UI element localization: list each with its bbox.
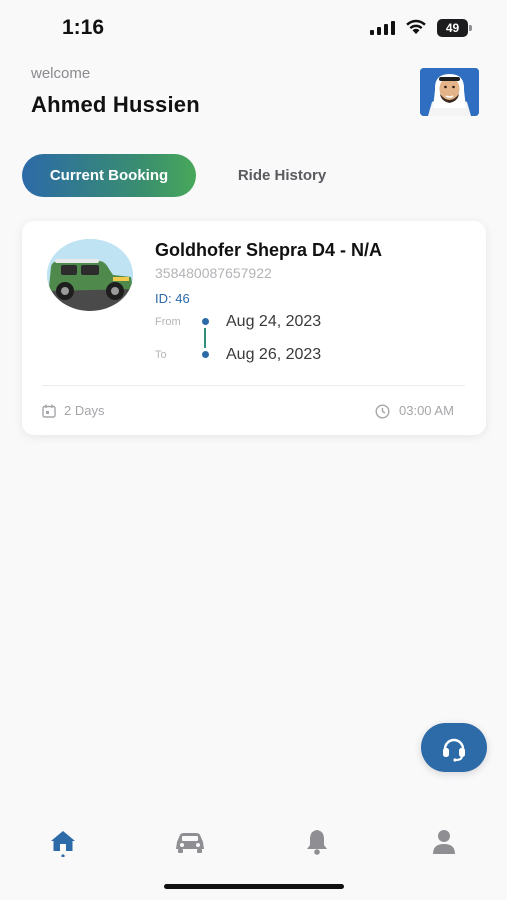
booking-id: ID: 46 bbox=[155, 291, 190, 306]
car-title: Goldhofer Shepra D4 - N/A bbox=[155, 240, 383, 260]
avatar[interactable] bbox=[420, 68, 479, 116]
battery-icon: 49 bbox=[437, 19, 472, 37]
nav-rides[interactable] bbox=[172, 824, 208, 860]
car-serial: 358480087657922 bbox=[155, 265, 272, 281]
from-label: From bbox=[155, 316, 181, 328]
avatar-image bbox=[420, 68, 479, 116]
wifi-icon bbox=[406, 19, 426, 34]
clock-icon bbox=[375, 404, 390, 419]
status-bar: 1:16 49 bbox=[0, 0, 507, 56]
duration-text: 2 Days bbox=[64, 403, 105, 418]
tab-current-booking[interactable]: Current Booking bbox=[22, 154, 196, 197]
timeline-end-dot bbox=[202, 351, 209, 358]
tab-ride-history[interactable]: Ride History bbox=[212, 154, 352, 197]
time-text: 03:00 AM bbox=[399, 403, 454, 418]
home-icon bbox=[51, 831, 75, 857]
from-date: Aug 24, 2023 bbox=[226, 313, 322, 330]
nav-profile[interactable] bbox=[426, 824, 462, 860]
car-image bbox=[47, 239, 133, 311]
home-indicator bbox=[164, 884, 344, 889]
battery-level: 49 bbox=[437, 19, 468, 37]
user-icon bbox=[433, 830, 455, 854]
timeline-start-dot bbox=[202, 318, 209, 325]
to-label: To bbox=[155, 349, 167, 361]
booking-card[interactable]: Goldhofer Shepra D4 - N/A 35848008765792… bbox=[22, 221, 486, 435]
welcome-text: welcome bbox=[31, 65, 91, 82]
user-name: Ahmed Hussien bbox=[31, 92, 200, 117]
cellular-signal-icon bbox=[370, 21, 395, 35]
card-divider bbox=[42, 385, 465, 386]
calendar-icon bbox=[42, 404, 56, 418]
nav-notifications[interactable] bbox=[299, 824, 335, 860]
nav-home[interactable] bbox=[45, 824, 81, 860]
status-time: 1:16 bbox=[62, 16, 105, 39]
bottom-nav bbox=[0, 810, 507, 870]
headset-icon bbox=[443, 738, 465, 762]
bell-icon bbox=[307, 830, 327, 855]
date-timeline bbox=[200, 318, 210, 360]
timeline-line bbox=[204, 328, 206, 348]
support-button[interactable] bbox=[421, 723, 487, 772]
to-date: Aug 26, 2023 bbox=[226, 346, 322, 363]
car-icon bbox=[176, 833, 204, 853]
